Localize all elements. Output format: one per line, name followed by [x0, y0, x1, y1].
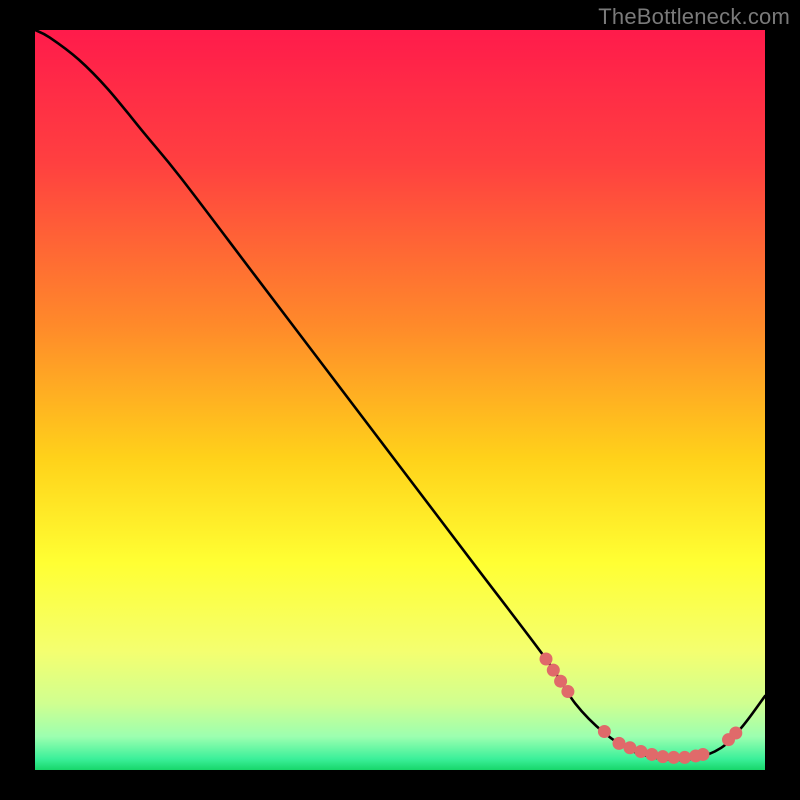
highlight-dot — [561, 685, 574, 698]
gradient-panel — [35, 30, 765, 770]
highlight-dot — [547, 664, 560, 677]
highlight-dot — [540, 653, 553, 666]
plot-area — [35, 30, 765, 770]
highlight-dot — [645, 748, 658, 761]
chart-stage: TheBottleneck.com — [0, 0, 800, 800]
attribution-label: TheBottleneck.com — [598, 4, 790, 30]
highlight-dot — [696, 748, 709, 761]
highlight-dot — [729, 727, 742, 740]
highlight-dot — [678, 751, 691, 764]
highlight-dot — [634, 745, 647, 758]
highlight-dot — [598, 725, 611, 738]
chart-svg — [35, 30, 765, 770]
